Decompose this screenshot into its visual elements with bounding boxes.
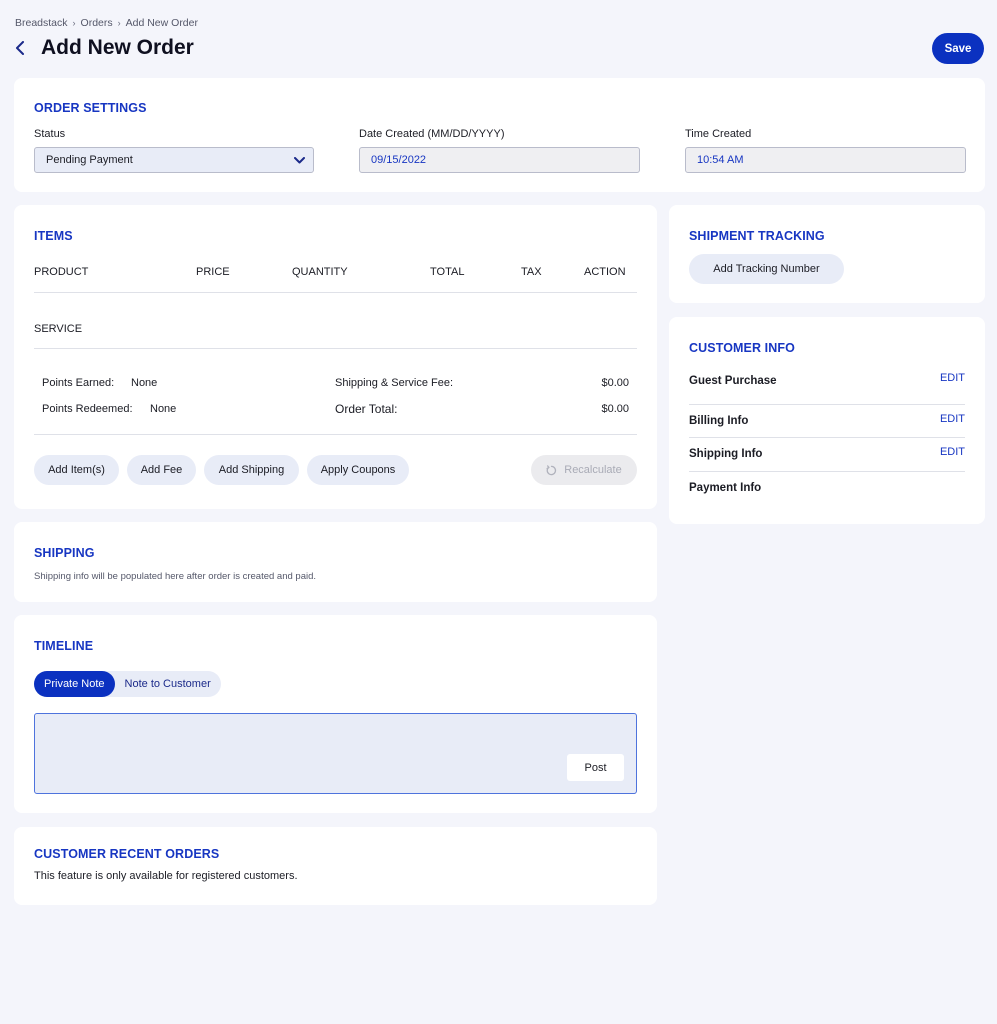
items-card: ITEMS PRODUCT PRICE QUANTITY TOTAL TAX A… (14, 205, 657, 509)
chevron-right-icon: › (117, 18, 121, 28)
tab-private-note[interactable]: Private Note (34, 671, 115, 697)
column-tax: TAX (521, 266, 542, 278)
service-label: SERVICE (34, 323, 83, 335)
shipment-tracking-title: SHIPMENT TRACKING (689, 229, 825, 243)
recent-orders-card: CUSTOMER RECENT ORDERS This feature is o… (14, 827, 657, 905)
divider (34, 348, 637, 349)
points-redeemed-value: None (150, 403, 177, 415)
divider (34, 292, 637, 293)
save-button[interactable]: Save (932, 33, 984, 64)
timeline-title: TIMELINE (34, 639, 94, 653)
column-total: TOTAL (430, 266, 465, 278)
add-tracking-number-button[interactable]: Add Tracking Number (689, 254, 844, 284)
note-input[interactable] (35, 714, 636, 793)
note-box: Post (34, 713, 637, 794)
post-button[interactable]: Post (567, 754, 624, 781)
recent-orders-note: This feature is only available for regis… (34, 870, 298, 882)
breadcrumb-item-orders[interactable]: Orders (81, 17, 113, 29)
column-product: PRODUCT (34, 266, 89, 278)
page-header: Add New Order (15, 36, 194, 60)
points-earned-value: None (131, 377, 158, 389)
time-created-field[interactable]: 10:54 AM (685, 147, 966, 173)
order-settings-title: ORDER SETTINGS (34, 101, 147, 115)
order-total-value: $0.00 (601, 403, 629, 415)
shipping-fee-label: Shipping & Service Fee: (335, 377, 454, 389)
time-created-value: 10:54 AM (697, 154, 744, 166)
chevron-down-icon (294, 156, 305, 163)
column-action: ACTION (584, 266, 626, 278)
divider (34, 434, 637, 435)
tab-note-to-customer[interactable]: Note to Customer (115, 671, 221, 697)
recalculate-button[interactable]: Recalculate (531, 455, 637, 485)
recalculate-label: Recalculate (564, 464, 622, 476)
shipping-card: SHIPPING Shipping info will be populated… (14, 522, 657, 602)
guest-purchase-edit-link[interactable]: EDIT (940, 372, 965, 384)
add-shipping-button[interactable]: Add Shipping (204, 455, 299, 485)
points-earned-label: Points Earned: (42, 377, 115, 389)
breadcrumb: Breadstack › Orders › Add New Order (15, 17, 198, 29)
breadcrumb-item-breadstack[interactable]: Breadstack (15, 17, 68, 29)
shipping-info-edit-link[interactable]: EDIT (940, 446, 965, 458)
date-created-value: 09/15/2022 (371, 154, 427, 166)
chevron-left-icon (16, 41, 24, 55)
divider (689, 437, 965, 438)
apply-coupons-button[interactable]: Apply Coupons (307, 455, 409, 485)
refresh-icon (546, 464, 557, 475)
column-price: PRICE (196, 266, 230, 278)
shipment-tracking-card: SHIPMENT TRACKING Add Tracking Number (669, 205, 985, 303)
divider (689, 471, 965, 472)
shipping-title: SHIPPING (34, 546, 95, 560)
date-created-label: Date Created (MM/DD/YYYY) (359, 128, 505, 140)
shipping-info-label: Shipping Info (689, 448, 763, 460)
status-value: Pending Payment (46, 154, 133, 166)
customer-info-title: CUSTOMER INFO (689, 341, 795, 355)
guest-purchase-label: Guest Purchase (689, 375, 777, 387)
time-created-label: Time Created (685, 128, 752, 140)
billing-info-edit-link[interactable]: EDIT (940, 413, 965, 425)
recent-orders-title: CUSTOMER RECENT ORDERS (34, 847, 220, 861)
page-title: Add New Order (41, 36, 194, 59)
timeline-tabs: Private Note Note to Customer (34, 671, 221, 697)
order-total-label: Order Total: (335, 402, 398, 416)
items-title: ITEMS (34, 229, 73, 243)
divider (689, 404, 965, 405)
breadcrumb-item-current: Add New Order (125, 17, 198, 29)
order-settings-card: ORDER SETTINGS Status Pending Payment Da… (14, 78, 985, 192)
shipping-fee-value: $0.00 (601, 377, 629, 389)
shipping-note: Shipping info will be populated here aft… (34, 571, 317, 582)
points-redeemed-label: Points Redeemed: (42, 403, 133, 415)
column-quantity: QUANTITY (292, 266, 348, 278)
back-button[interactable] (15, 36, 35, 60)
status-select[interactable]: Pending Payment (34, 147, 314, 173)
chevron-right-icon: › (72, 18, 76, 28)
billing-info-label: Billing Info (689, 415, 749, 427)
customer-info-card: CUSTOMER INFO Guest Purchase EDIT Billin… (669, 317, 985, 524)
status-label: Status (34, 128, 66, 140)
add-fee-button[interactable]: Add Fee (127, 455, 196, 485)
date-created-field[interactable]: 09/15/2022 (359, 147, 640, 173)
add-items-button[interactable]: Add Item(s) (34, 455, 119, 485)
payment-info-label: Payment Info (689, 482, 762, 494)
